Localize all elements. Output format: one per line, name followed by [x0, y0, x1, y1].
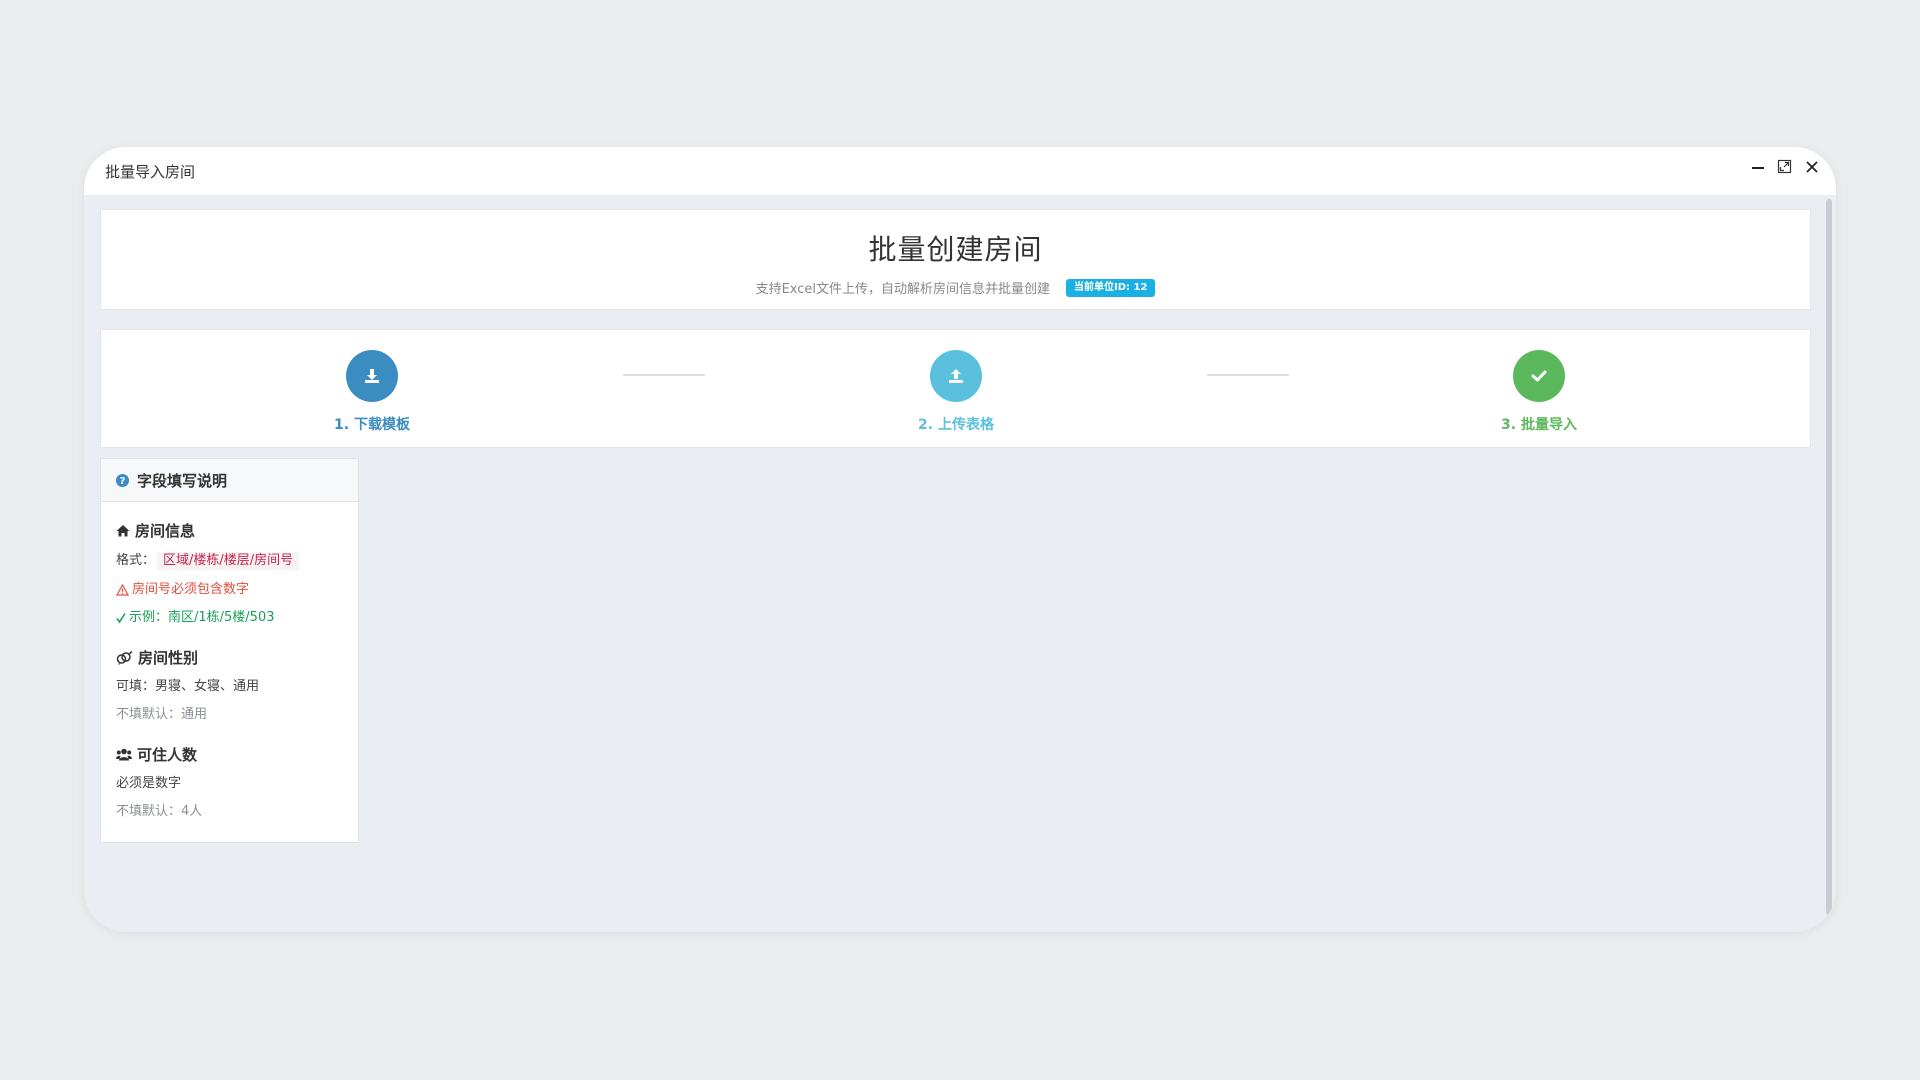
svg-text:?: ? [120, 476, 126, 487]
warning-line: 房间号必须包含数字 [116, 582, 343, 598]
page-subtitle-row: 支持Excel文件上传，自动解析房间信息并批量创建 当前单位ID: 12 [756, 278, 1156, 297]
gender-icon [116, 650, 133, 664]
unit-id-badge: 当前单位ID: 12 [1066, 278, 1156, 297]
dialog-content: 批量创建房间 支持Excel文件上传，自动解析房间信息并批量创建 当前单位ID:… [100, 209, 1811, 929]
capacity-default-line: 不填默认：4人 [116, 804, 203, 819]
step-label[interactable]: 1. 下载模板 [312, 414, 432, 434]
step-connector [1207, 374, 1289, 376]
help-panel-title: 字段填写说明 [137, 471, 228, 490]
page-subtitle: 支持Excel文件上传，自动解析房间信息并批量创建 [755, 282, 1050, 297]
users-icon [116, 748, 132, 761]
warning-icon [116, 584, 129, 596]
step-download-template[interactable]: 1. 下载模板 [312, 350, 432, 434]
dialog-title: 批量导入房间 [105, 162, 196, 181]
question-circle-icon: ? [116, 473, 129, 487]
check-icon [1531, 370, 1547, 382]
capacity-rule-line: 必须是数字 [116, 776, 182, 791]
example-text: 示例：南区/1栋/5楼/503 [129, 610, 275, 625]
format-label: 格式： [116, 553, 156, 568]
home-icon [116, 525, 130, 537]
step-circle[interactable] [1513, 350, 1565, 402]
page-title: 批量创建房间 [868, 233, 1043, 266]
steps-card: 1. 下载模板 2. 上传表格 3. 批量导入 [100, 329, 1811, 448]
step-circle[interactable] [346, 350, 398, 402]
step-upload-sheet[interactable]: 2. 上传表格 [896, 350, 1016, 434]
gender-default-line: 不填默认：通用 [116, 707, 208, 722]
download-icon [365, 369, 379, 383]
room-info-title-row: 房间信息 [116, 520, 343, 541]
room-gender-section: 房间性别 可填：男寝、女寝、通用 不填默认：通用 [116, 647, 343, 723]
upload-icon [949, 369, 963, 383]
format-line: 格式： 区域/楼栋/楼层/房间号 [116, 552, 343, 570]
capacity-section: 可住人数 必须是数字 不填默认：4人 [116, 744, 343, 820]
step-circle[interactable] [930, 350, 982, 402]
gender-options-line: 可填：男寝、女寝、通用 [116, 679, 260, 694]
help-panel-header: ? 字段填写说明 [101, 459, 358, 502]
room-gender-title-row: 房间性别 [116, 647, 343, 668]
room-gender-title: 房间性别 [138, 649, 199, 667]
close-icon[interactable] [1803, 158, 1820, 175]
vertical-scrollbar[interactable] [1826, 199, 1832, 915]
help-panel-body: 房间信息 格式： 区域/楼栋/楼层/房间号 房间号必须包含数字 示例：南区/1栋… [101, 502, 358, 842]
window-controls [1749, 158, 1820, 175]
format-value: 区域/楼栋/楼层/房间号 [157, 552, 300, 570]
step-batch-import[interactable]: 3. 批量导入 [1479, 350, 1599, 434]
maximize-icon[interactable] [1776, 158, 1793, 175]
step-label[interactable]: 3. 批量导入 [1479, 414, 1599, 434]
step-connector [623, 374, 705, 376]
checkmark-icon [116, 613, 126, 624]
page-header-card: 批量创建房间 支持Excel文件上传，自动解析房间信息并批量创建 当前单位ID:… [100, 209, 1811, 310]
minimize-icon[interactable] [1749, 158, 1766, 175]
dialog-titlebar: 批量导入房间 [84, 147, 1836, 195]
example-line: 示例：南区/1栋/5楼/503 [116, 610, 343, 626]
field-help-panel: ? 字段填写说明 房间信息 格式： 区域/楼栋/楼层/房间号 房间号必须包含数字… [100, 458, 359, 843]
room-info-section: 房间信息 格式： 区域/楼栋/楼层/房间号 房间号必须包含数字 示例：南区/1栋… [116, 520, 343, 626]
import-rooms-dialog: 批量导入房间 批量创建房间 支持Excel文件上传，自动解析房间信息并批量创建 … [84, 147, 1836, 932]
capacity-title: 可住人数 [137, 746, 198, 764]
step-label[interactable]: 2. 上传表格 [896, 414, 1016, 434]
warning-text: 房间号必须包含数字 [132, 582, 250, 597]
capacity-title-row: 可住人数 [116, 744, 343, 765]
room-info-title: 房间信息 [135, 522, 196, 540]
